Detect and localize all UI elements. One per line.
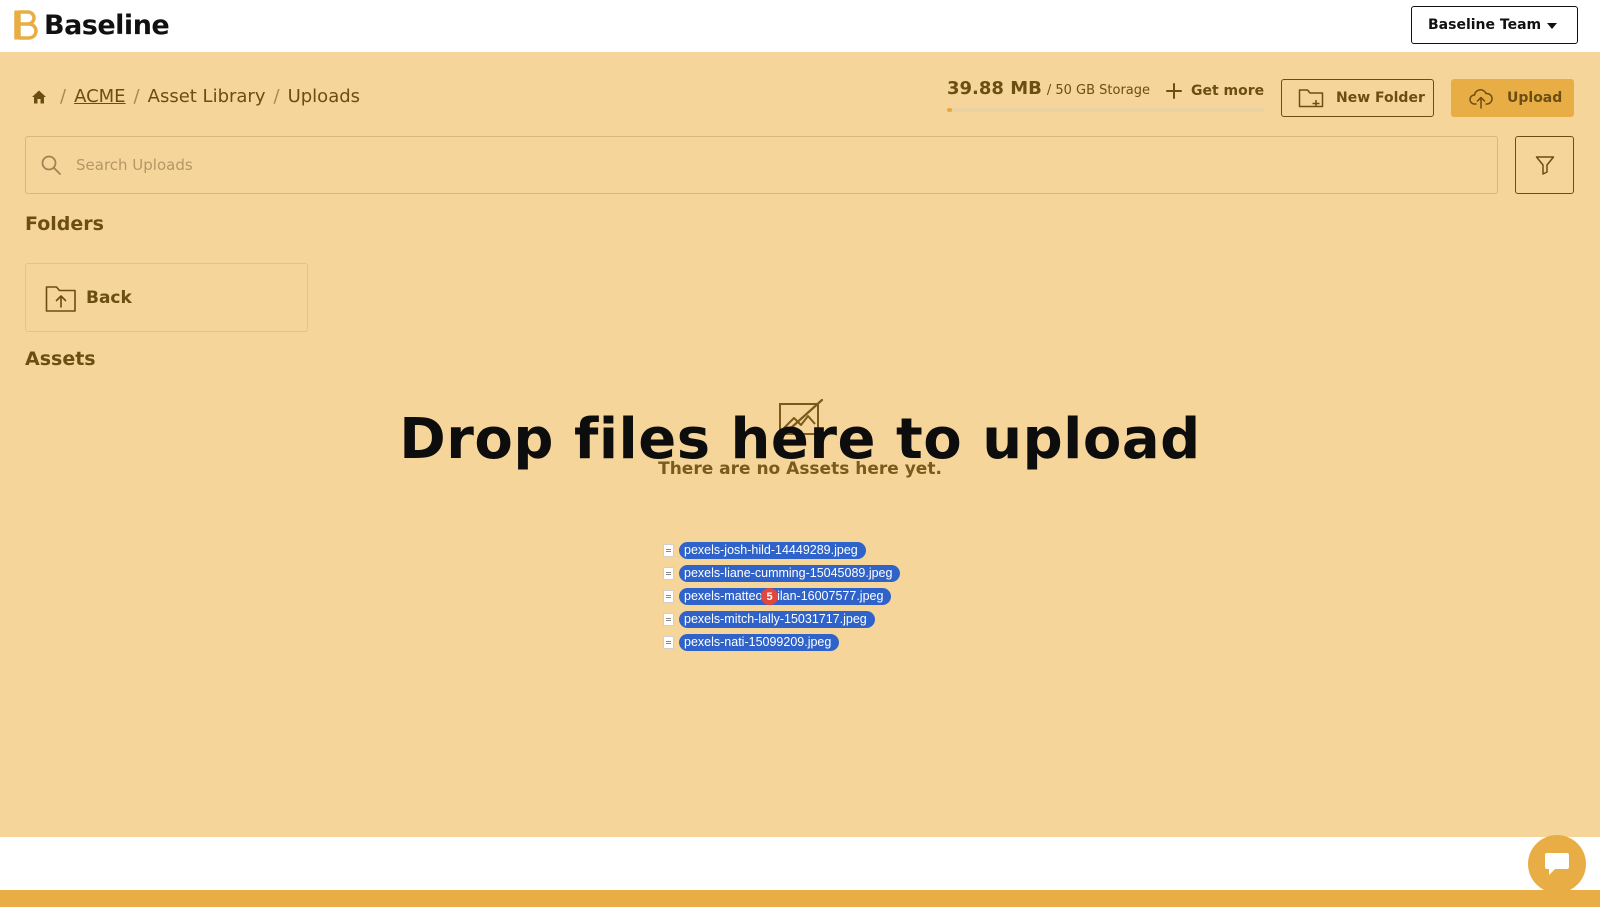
cloud-upload-icon <box>1469 89 1493 109</box>
new-folder-button[interactable]: New Folder <box>1281 79 1434 117</box>
team-select[interactable]: Baseline Team <box>1411 6 1578 44</box>
storage-total: / 50 GB Storage <box>1046 83 1151 98</box>
back-folder-label: Back <box>86 287 132 308</box>
upload-button[interactable]: Upload <box>1451 79 1574 117</box>
back-folder-card[interactable]: Back <box>25 263 308 332</box>
chat-button[interactable] <box>1528 835 1586 893</box>
dragged-file-row: pexels-nati-15099209.jpeg <box>663 631 900 654</box>
dragged-file-name: pexels-liane-cumming-15045089.jpeg <box>679 565 901 582</box>
app-name: Baseline <box>44 10 170 41</box>
breadcrumb-uploads: Uploads <box>287 86 361 107</box>
dragged-file-name: pexels-josh-hild-14449289.jpeg <box>679 542 866 559</box>
dragged-files-ghost: pexels-josh-hild-14449289.jpeg pexels-li… <box>663 539 901 654</box>
folders-heading: Folders <box>25 213 104 235</box>
assets-heading: Assets <box>25 348 96 370</box>
baseline-logo[interactable]: Baseline <box>12 8 170 43</box>
dragged-file-row: pexels-matteo-milan-16007577.jpeg <box>663 585 900 608</box>
breadcrumb-separator: / <box>273 86 280 107</box>
file-icon <box>663 613 674 626</box>
home-icon[interactable] <box>30 88 48 106</box>
dragged-file-name: pexels-nati-15099209.jpeg <box>679 634 840 651</box>
baseline-logo-icon <box>14 10 38 40</box>
team-select-label: Baseline Team <box>1428 17 1542 33</box>
dragged-file-row: pexels-mitch-lally-15031717.jpeg <box>663 608 900 631</box>
file-icon <box>663 544 674 557</box>
search-input[interactable] <box>76 156 1456 174</box>
chat-icon <box>1545 853 1569 875</box>
search-bar[interactable] <box>25 136 1498 194</box>
top-bar: Baseline Baseline Team <box>0 0 1600 52</box>
new-folder-label: New Folder <box>1336 90 1425 106</box>
storage-used: 39.88 MB <box>947 78 1042 99</box>
dragged-file-name: pexels-matteo-milan-16007577.jpeg <box>679 588 892 605</box>
breadcrumb-asset-library[interactable]: Asset Library <box>148 86 266 107</box>
filter-button[interactable] <box>1515 136 1574 194</box>
storage-progress-bar <box>947 108 1264 112</box>
file-icon <box>663 636 674 649</box>
folder-up-icon <box>45 285 76 312</box>
drag-count-badge: 5 <box>761 588 778 605</box>
get-more-button[interactable]: Get more <box>1165 82 1264 100</box>
upload-label: Upload <box>1507 90 1563 106</box>
storage-progress-fill <box>947 108 952 112</box>
breadcrumb-separator: / <box>133 86 140 107</box>
file-icon <box>663 567 674 580</box>
drop-files-message: Drop files here to upload <box>399 407 1201 472</box>
folder-plus-icon <box>1298 89 1324 108</box>
drop-zone-overlay[interactable]: / ACME / Asset Library / Uploads 39.88 M… <box>0 52 1600 837</box>
file-icon <box>663 590 674 603</box>
dragged-file-name: pexels-mitch-lally-15031717.jpeg <box>679 611 875 628</box>
plus-icon <box>1166 83 1182 99</box>
dragged-file-row: pexels-josh-hild-14449289.jpeg <box>663 539 900 562</box>
caret-down-icon <box>1547 23 1557 29</box>
filter-icon <box>1535 156 1554 175</box>
breadcrumb-acme[interactable]: ACME <box>74 86 125 107</box>
get-more-label: Get more <box>1191 83 1265 99</box>
dragged-file-row: pexels-liane-cumming-15045089.jpeg <box>663 562 901 585</box>
breadcrumb: / ACME / Asset Library / Uploads <box>30 86 360 107</box>
footer-accent-bar <box>0 890 1600 907</box>
search-icon <box>41 155 61 175</box>
breadcrumb-separator: / <box>60 86 67 107</box>
